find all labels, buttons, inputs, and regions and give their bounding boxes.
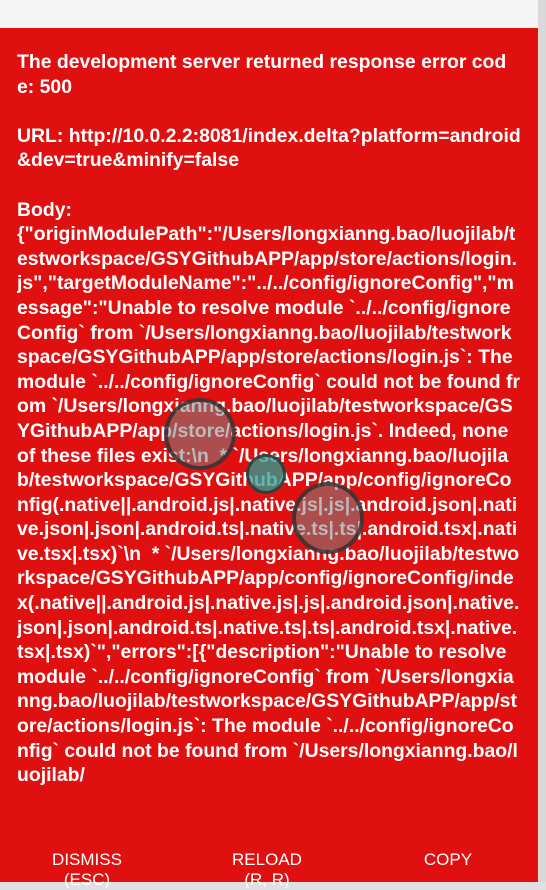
dismiss-button[interactable]: DISMISS (ESC) [40,850,134,890]
copy-button[interactable]: COPY [412,850,484,870]
reload-button[interactable]: RELOAD (R, R) [222,850,312,890]
redbox-error-screen: The development server returned response… [0,28,538,882]
redbox-button-bar: DISMISS (ESC) RELOAD (R, R) COPY [0,822,538,889]
screen-edge [538,0,546,882]
error-message[interactable]: The development server returned response… [17,50,522,822]
status-bar [0,0,538,28]
